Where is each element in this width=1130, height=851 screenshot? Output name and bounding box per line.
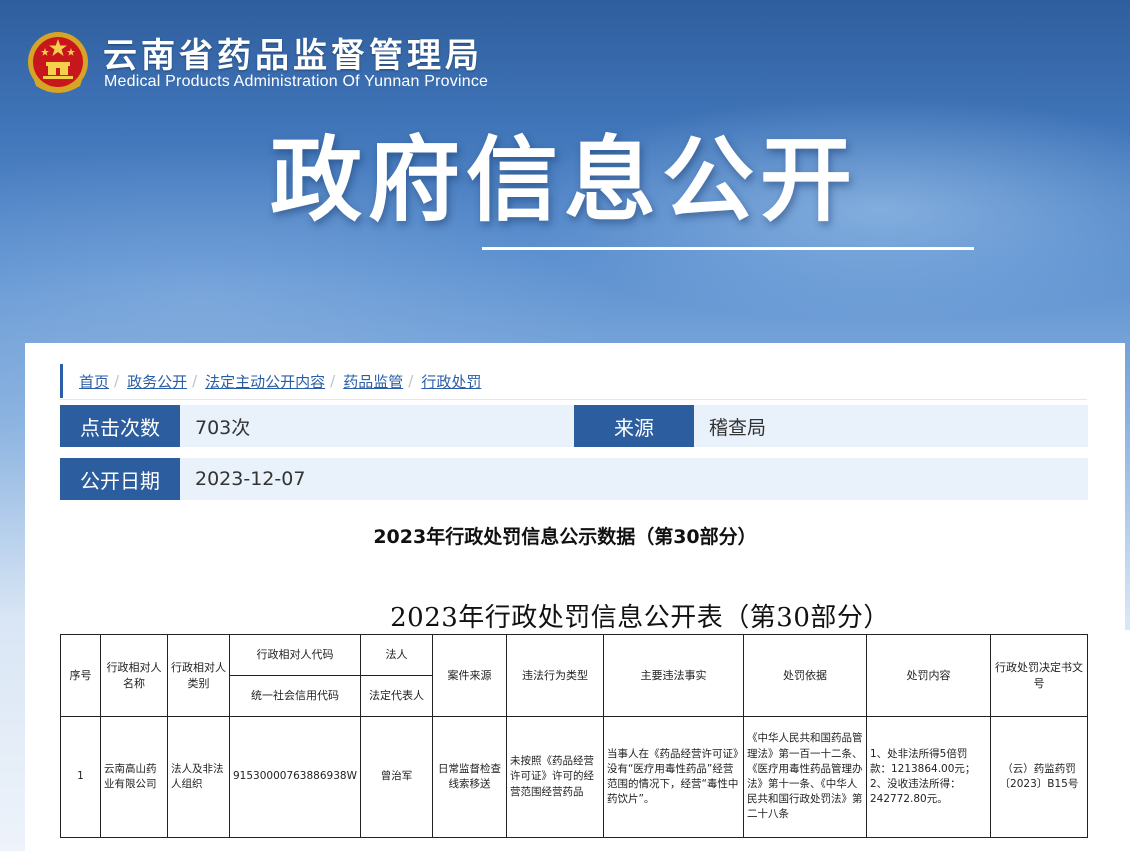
header-legal-sub: 法定代表人 <box>359 675 433 717</box>
breadcrumb-drug-supervision[interactable]: 药品监管 <box>343 371 403 392</box>
date-value: 2023-12-07 <box>195 468 306 490</box>
breadcrumb-admin-penalty[interactable]: 行政处罚 <box>421 371 481 392</box>
table-row: 1 云南高山药业有限公司 法人及非法人组织 91530000763886938W… <box>60 716 1108 838</box>
breadcrumb-statutory-content[interactable]: 法定主动公开内容 <box>205 371 325 392</box>
cell-code: 91530000763886938W <box>229 716 361 838</box>
clicks-label: 点击次数 <box>60 405 180 447</box>
cell-basis: 《中华人民共和国药品管理法》第一百一十二条、《医疗用毒性药品管理办法》第十一条、… <box>742 716 867 838</box>
cell-legal: 曾治军 <box>359 716 433 838</box>
source-value: 稽查局 <box>709 416 767 439</box>
site-name-english: Medical Products Administration Of Yunna… <box>104 73 489 90</box>
cell-name: 云南高山药业有限公司 <box>100 716 168 838</box>
site-name-chinese: 云南省药品监督管理局 <box>103 36 483 76</box>
cell-category: 法人及非法人组织 <box>167 716 230 838</box>
header-category: 行政相对人类别 <box>167 634 230 717</box>
breadcrumb-separator: / <box>330 372 336 390</box>
panel-right-edge <box>1088 630 1130 851</box>
info-row-clicks-source: 点击次数 703次 来源 稽查局 <box>60 405 1088 447</box>
header-code: 行政相对人代码 <box>229 634 361 676</box>
cell-source: 日常监督检查线索移送 <box>431 716 507 838</box>
cell-doc-no: （云）药监药罚〔2023〕B15号 <box>989 716 1088 838</box>
header-content: 处罚内容 <box>865 634 991 717</box>
breadcrumb: 首页 / 政务公开 / 法定主动公开内容 / 药品监管 / 行政处罚 <box>60 364 481 398</box>
cell-seq: 1 <box>60 716 101 838</box>
table-title: 2023年行政处罚信息公开表（第30部分） <box>390 603 890 633</box>
header-code-sub: 统一社会信用代码 <box>229 675 361 717</box>
penalty-table: 序号 行政相对人名称 行政相对人类别 行政相对人代码 法人 案件来源 违法行为类… <box>60 634 1108 838</box>
hero-title: 政府信息公开 <box>270 127 859 234</box>
breadcrumb-separator: / <box>192 372 198 390</box>
breadcrumb-divider <box>60 399 1087 400</box>
header-legal: 法人 <box>359 634 433 676</box>
clicks-value: 703次 <box>195 416 251 439</box>
breadcrumb-home[interactable]: 首页 <box>79 371 109 392</box>
header-seq: 序号 <box>60 634 101 717</box>
cell-facts: 当事人在《药品经营许可证》没有“医疗用毒性药品”经营范围的情况下，经营“毒性中药… <box>602 716 744 838</box>
national-emblem-icon <box>28 32 88 93</box>
breadcrumb-separator: / <box>408 372 414 390</box>
hero-underline <box>482 247 974 250</box>
table-header-row: 序号 行政相对人名称 行政相对人类别 行政相对人代码 法人 案件来源 违法行为类… <box>60 634 1108 717</box>
source-label: 来源 <box>574 405 694 447</box>
header-violation-type: 违法行为类型 <box>505 634 604 717</box>
header-name: 行政相对人名称 <box>100 634 168 717</box>
info-row-date: 公开日期 2023-12-07 <box>60 458 1088 500</box>
cell-violation-type: 未按照《药品经营许可证》许可的经营范围经营药品 <box>505 716 604 838</box>
article-title: 2023年行政处罚信息公示数据（第30部分） <box>373 526 757 548</box>
header-facts: 主要违法事实 <box>602 634 744 717</box>
header-basis: 处罚依据 <box>742 634 867 717</box>
breadcrumb-separator: / <box>114 372 120 390</box>
cell-content: 1、处非法所得5倍罚款：1213864.00元；2、没收违法所得：242772.… <box>865 716 991 838</box>
breadcrumb-gov-affairs[interactable]: 政务公开 <box>127 371 187 392</box>
date-label: 公开日期 <box>60 458 180 500</box>
header-source: 案件来源 <box>431 634 507 717</box>
header-doc-no: 行政处罚决定书文号 <box>989 634 1088 717</box>
